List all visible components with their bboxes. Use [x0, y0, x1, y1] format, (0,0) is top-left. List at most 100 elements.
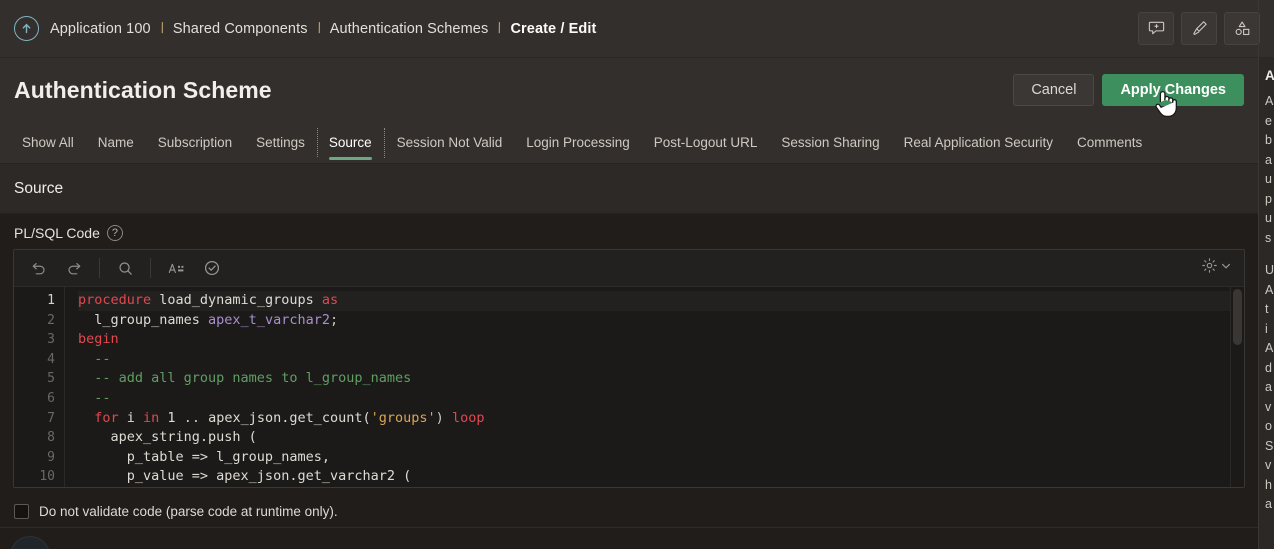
chevron-down-icon [1220, 259, 1232, 277]
do-not-validate-label[interactable]: Do not validate code (parse code at runt… [39, 504, 338, 519]
tab-name[interactable]: Name [86, 122, 146, 163]
help-panel-line: e [1265, 113, 1272, 128]
code-content[interactable]: procedure load_dynamic_groups as l_group… [65, 287, 1244, 487]
code-token: p_table => l_group_names, [78, 448, 330, 465]
tab-session-not-valid[interactable]: Session Not Valid [385, 122, 515, 163]
code-token: apex_t_varchar2 [208, 311, 330, 328]
do-not-validate-checkbox[interactable] [14, 503, 29, 519]
breadcrumb: Application 100 \ Shared Components \ Au… [0, 16, 1138, 41]
arrow-up-circle-icon[interactable] [14, 16, 39, 41]
tab-session-sharing[interactable]: Session Sharing [769, 122, 891, 163]
help-fab-button[interactable] [10, 536, 50, 549]
help-panel-line: u [1265, 172, 1272, 186]
breadcrumb-actions [1138, 12, 1274, 45]
code-line: p_value => apex_json.get_varchar2 ( [78, 467, 1244, 487]
undo-icon[interactable] [20, 254, 56, 283]
help-panel-line: a [1265, 380, 1272, 394]
format-code-icon[interactable] [158, 254, 194, 283]
help-panel-line: u [1265, 211, 1272, 225]
help-panel-line: s [1265, 230, 1272, 245]
help-panel-line: A [1265, 94, 1274, 108]
editor-scrollbar[interactable] [1230, 287, 1244, 487]
code-token: for [78, 409, 119, 426]
help-panel-line: t [1265, 302, 1269, 316]
region-title: Source [14, 179, 64, 197]
format-group [158, 254, 230, 283]
question-mark-circle-icon[interactable]: ? [106, 225, 123, 241]
page-actions: Cancel Apply Changes [1013, 74, 1244, 106]
apply-changes-button[interactable]: Apply Changes [1102, 74, 1244, 106]
code-token: as [321, 292, 339, 308]
breadcrumb-item-1[interactable]: Shared Components [173, 21, 308, 37]
redo-icon[interactable] [56, 254, 92, 283]
plsql-code-label-row: PL/SQL Code ? [0, 214, 1258, 252]
help-panel-line: A [1265, 282, 1274, 297]
code-token: 1 [159, 409, 184, 426]
toolbar-divider [99, 258, 100, 278]
help-panel-line: a [1265, 497, 1272, 511]
breadcrumb-item-0[interactable]: Application 100 [50, 21, 151, 37]
breadcrumb-item-current: Create / Edit [510, 20, 597, 37]
breadcrumb-separator: \ [157, 20, 167, 37]
validate-icon[interactable] [194, 254, 230, 283]
code-line: -- [78, 350, 1244, 370]
line-number: 8 [47, 430, 55, 446]
code-token: -- add all group names to l_group_names [78, 370, 412, 387]
code-token: ) [435, 409, 452, 426]
help-panel-paragraph-2: UAtiAdavoSvha [1265, 261, 1274, 515]
help-panel-line: h [1265, 477, 1272, 492]
attribute-tabs: Show All Name Subscription Settings Sour… [0, 122, 1258, 164]
history-group [20, 254, 92, 283]
line-number: 1 [47, 293, 55, 308]
gear-icon [1201, 257, 1218, 279]
help-panel-line: p [1265, 191, 1272, 206]
search-icon[interactable] [107, 254, 143, 283]
code-token: 'groups' [370, 409, 436, 426]
code-line: apex_string.push ( [78, 428, 1244, 448]
shapes-icon[interactable] [1224, 12, 1260, 45]
line-number: 7 [47, 410, 55, 426]
tab-real-application-security[interactable]: Real Application Security [892, 122, 1065, 163]
scrollbar-thumb[interactable] [1233, 289, 1242, 345]
code-token: l_group_names [78, 311, 209, 328]
cancel-button[interactable]: Cancel [1013, 74, 1095, 106]
editor-settings-button[interactable] [1201, 257, 1238, 279]
help-panel-title: A [1265, 68, 1274, 83]
code-line: -- add all group names to l_group_names [78, 369, 1244, 389]
breadcrumb-item-2[interactable]: Authentication Schemes [330, 21, 489, 37]
help-panel: A Aebaupus UAtiAdavoSvha [1258, 58, 1274, 549]
theme-roller-icon[interactable] [1181, 12, 1217, 45]
tab-settings[interactable]: Settings [244, 122, 317, 163]
tab-login-processing[interactable]: Login Processing [514, 122, 642, 163]
tab-subscription[interactable]: Subscription [146, 122, 244, 163]
code-token: i [118, 409, 144, 426]
help-panel-line: A [1265, 341, 1274, 355]
code-token: -- [78, 350, 111, 367]
code-token: loop [451, 409, 485, 426]
help-panel-line: i [1265, 321, 1268, 336]
tab-post-logout-url[interactable]: Post-Logout URL [642, 122, 770, 163]
breadcrumb-bar: Application 100 \ Shared Components \ Au… [0, 0, 1274, 58]
line-number: 9 [47, 449, 55, 465]
help-panel-line: o [1265, 419, 1272, 433]
tab-show-all[interactable]: Show All [10, 122, 86, 163]
line-number: 4 [47, 351, 55, 367]
code-line: l_group_names apex_t_varchar2; [78, 311, 1244, 331]
add-comment-icon[interactable] [1138, 12, 1174, 45]
code-editor[interactable]: 1 2 3 4 5 6 7 8 9 10 procedure load_dyna… [13, 249, 1245, 488]
tab-comments[interactable]: Comments [1065, 122, 1154, 163]
code-token: p_value => apex_json.get_varchar2 ( [78, 468, 412, 485]
help-panel-line: v [1265, 399, 1272, 414]
code-token: in [143, 409, 160, 426]
toolbar-divider [150, 258, 151, 278]
code-area[interactable]: 1 2 3 4 5 6 7 8 9 10 procedure load_dyna… [14, 287, 1244, 487]
code-token: apex_json.get_count( [199, 409, 371, 426]
line-number: 5 [47, 371, 55, 387]
code-editor-toolbar [14, 250, 1244, 287]
code-token: ; [329, 311, 339, 328]
code-token: begin [78, 331, 119, 348]
tab-source[interactable]: Source [316, 122, 384, 163]
code-token: .. [183, 409, 200, 426]
line-number: 10 [39, 469, 55, 485]
code-line: for i in 1 .. apex_json.get_count('group… [78, 409, 1244, 429]
